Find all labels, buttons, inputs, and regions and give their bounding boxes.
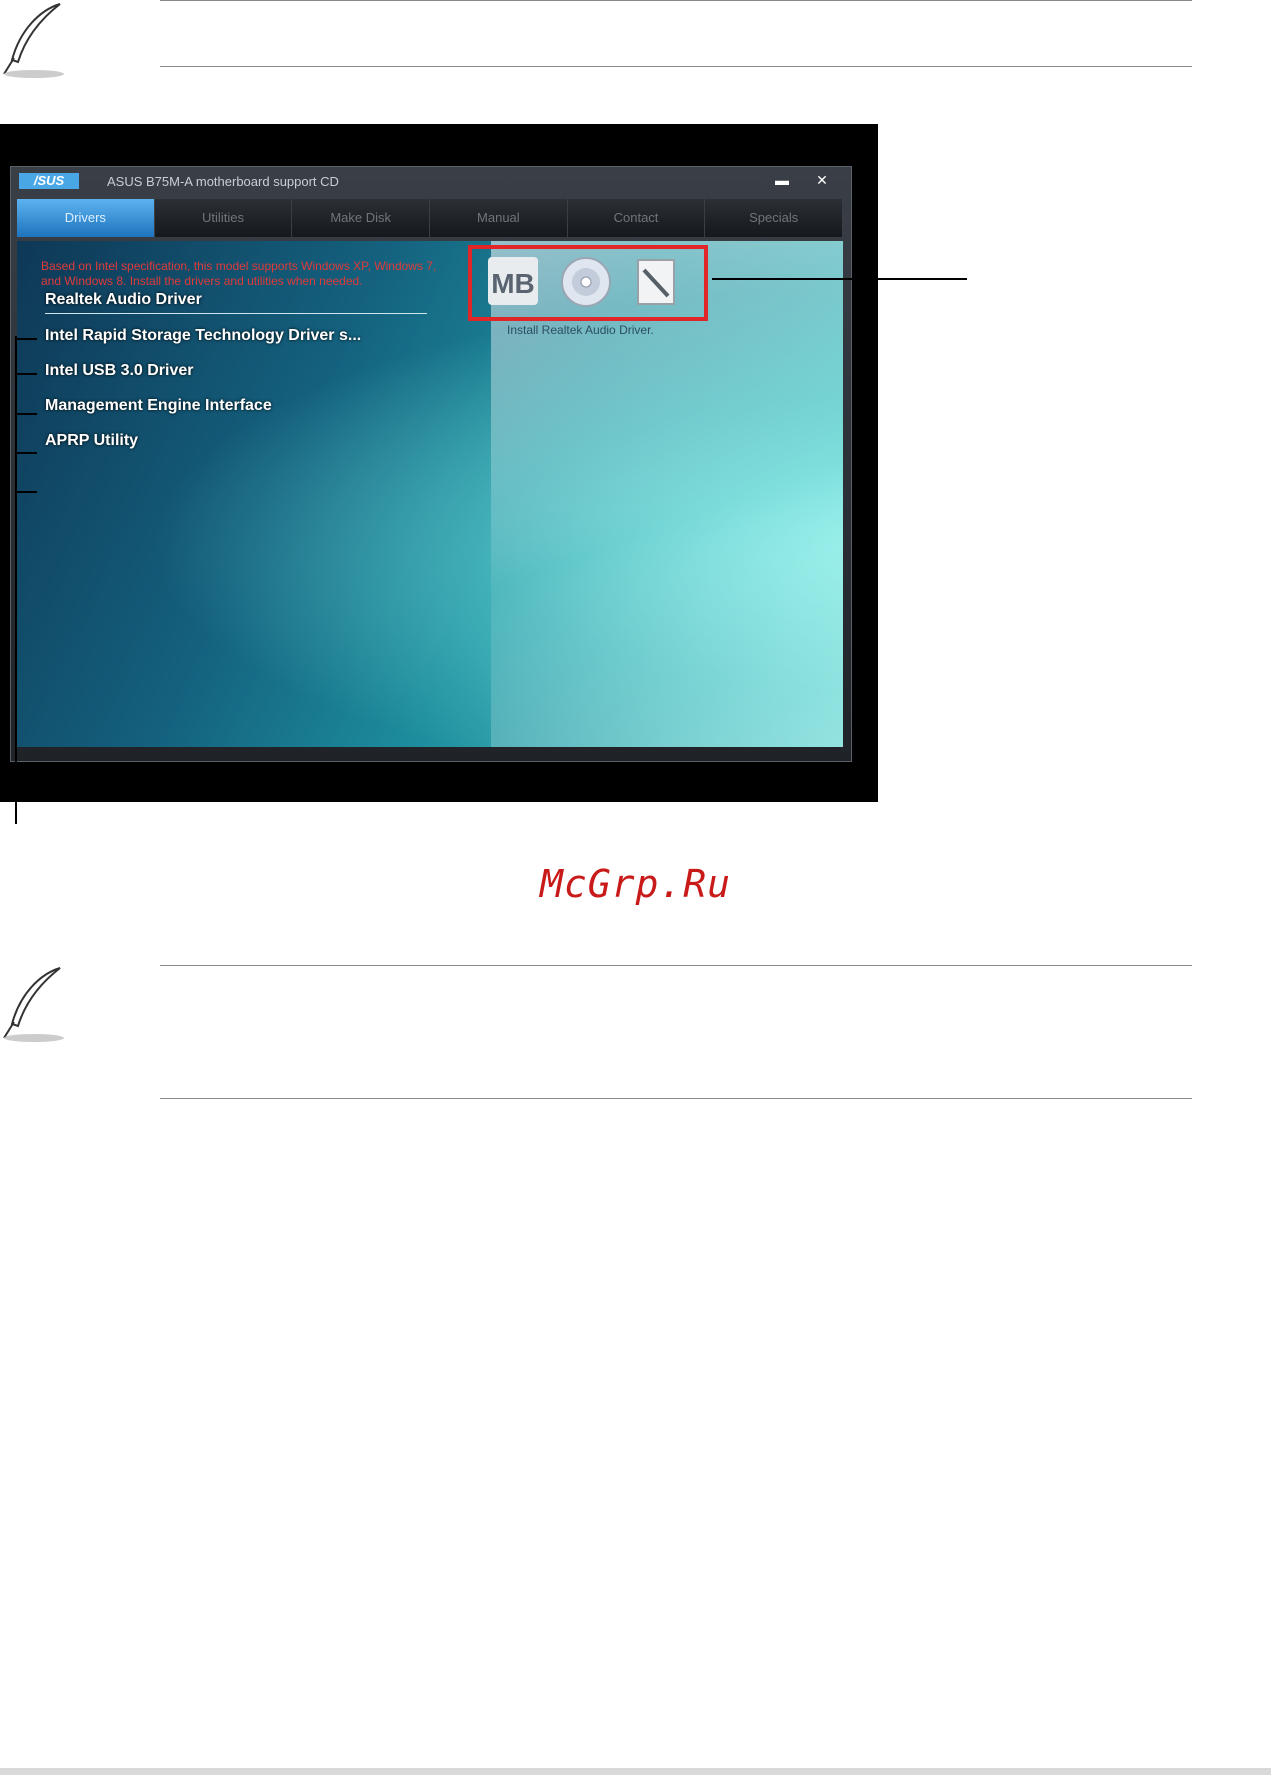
bracket-tick <box>15 452 37 454</box>
tab-drivers[interactable]: Drivers <box>17 199 155 237</box>
note-bottom-rule <box>160 66 1192 67</box>
feather-note-icon <box>3 967 64 1042</box>
title-bar: /SUS ASUS B75M-A motherboard support CD … <box>11 167 851 197</box>
driver-item-realtek-audio[interactable]: Realtek Audio Driver <box>45 291 202 309</box>
support-cd-screenshot: /SUS ASUS B75M-A motherboard support CD … <box>0 124 878 802</box>
minimize-icon[interactable]: ▬ <box>767 171 797 189</box>
tab-specials[interactable]: Specials <box>705 199 844 237</box>
window-title: ASUS B75M-A motherboard support CD <box>107 174 339 189</box>
watermark: McGrp.Ru <box>539 862 732 906</box>
tab-contact[interactable]: Contact <box>567 199 706 237</box>
asus-logo: /SUS <box>19 173 79 189</box>
drivers-bracket-line <box>15 336 17 824</box>
driver-item-management-engine[interactable]: Management Engine Interface <box>45 397 272 415</box>
bracket-tick <box>15 338 37 340</box>
bracket-tick <box>15 373 37 375</box>
os-notice: Based on Intel specification, this model… <box>41 259 437 288</box>
content-area: Based on Intel specification, this model… <box>17 241 843 747</box>
tab-bar: Drivers Utilities Make Disk Manual Conta… <box>17 199 844 237</box>
driver-item-intel-rst[interactable]: Intel Rapid Storage Technology Driver s.… <box>45 327 361 345</box>
tab-make-disk[interactable]: Make Disk <box>292 199 431 237</box>
driver-description: Install Realtek Audio Driver. <box>507 323 654 337</box>
tab-manual[interactable]: Manual <box>430 199 568 237</box>
icons-callout-line <box>712 278 967 280</box>
close-icon[interactable]: ✕ <box>807 171 837 189</box>
driver-item-aprp-utility[interactable]: APRP Utility <box>45 432 138 450</box>
bracket-tick <box>15 491 37 493</box>
footer-bar <box>0 1768 1271 1775</box>
tab-utilities[interactable]: Utilities <box>154 199 293 237</box>
highlight-box <box>468 245 708 321</box>
support-cd-window: /SUS ASUS B75M-A motherboard support CD … <box>10 166 852 762</box>
selection-underline <box>45 313 427 314</box>
note-top-rule <box>160 0 1192 1</box>
note-top-rule <box>160 965 1192 966</box>
bracket-tick <box>15 413 37 415</box>
driver-item-intel-usb3[interactable]: Intel USB 3.0 Driver <box>45 362 194 380</box>
note-bottom-rule <box>160 1098 1192 1099</box>
feather-note-icon <box>3 3 64 78</box>
